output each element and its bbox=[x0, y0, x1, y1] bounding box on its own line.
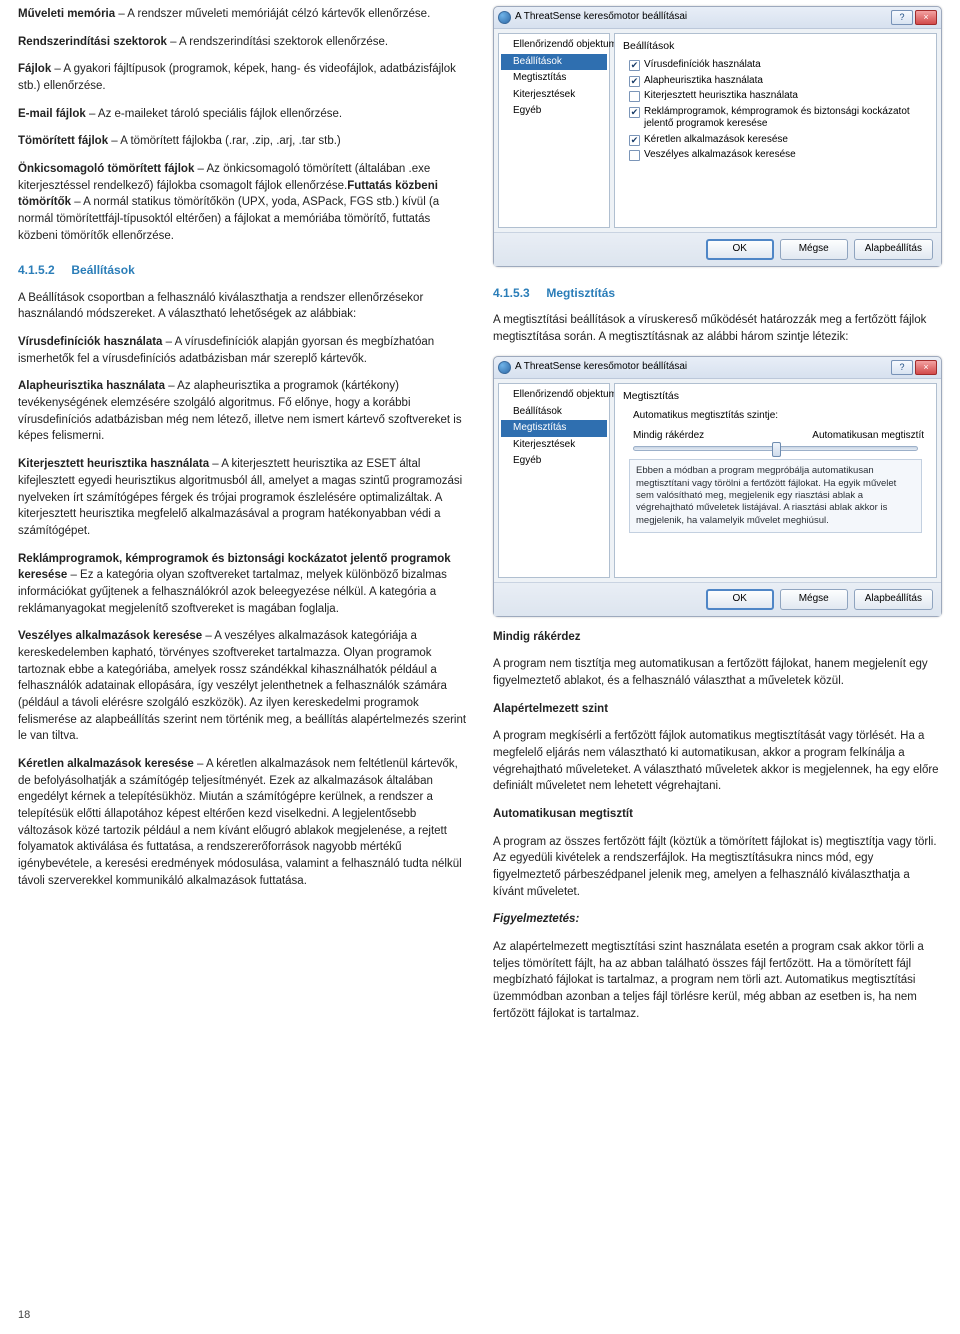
app-icon bbox=[498, 361, 511, 374]
section-4153-heading: 4.1.5.3 Megtisztítás bbox=[493, 285, 942, 302]
settings-pane: Beállítások Vírusdefiníciók használata A… bbox=[614, 33, 937, 228]
help-button[interactable]: ? bbox=[891, 10, 913, 25]
tree-item-extensions[interactable]: Kiterjesztések bbox=[501, 87, 607, 104]
tree-item-extensions[interactable]: Kiterjesztések bbox=[501, 437, 607, 454]
para-archives: Tömörített fájlok – A tömörített fájlokb… bbox=[18, 133, 467, 150]
right-column: A ThreatSense keresőmotor beállításai ? … bbox=[493, 6, 942, 1034]
para-always-ask: A program nem tisztítja meg automatikusa… bbox=[493, 656, 942, 689]
slider-labels: Mindig rákérdez Automatikusan megtisztít bbox=[633, 429, 924, 444]
heading-auto-clean: Automatikusan megtisztít bbox=[493, 806, 942, 823]
para-email-files: E-mail fájlok – Az e-maileket tároló spe… bbox=[18, 106, 467, 123]
dialog-title: A ThreatSense keresőmotor beállításai bbox=[515, 10, 887, 25]
category-tree: Ellenőrizendő objektumok Beállítások Meg… bbox=[498, 383, 610, 578]
titlebar[interactable]: A ThreatSense keresőmotor beállításai ? … bbox=[494, 7, 941, 29]
para-extended-heuristics: Kiterjesztett heurisztika használata – A… bbox=[18, 456, 467, 539]
opt-unwanted[interactable]: Kéretlen alkalmazások keresése bbox=[629, 134, 928, 147]
checkbox-icon[interactable] bbox=[629, 91, 640, 102]
opt-adware[interactable]: Reklámprogramok, kémprogramok és biztons… bbox=[629, 106, 928, 131]
cancel-button[interactable]: Mégse bbox=[780, 239, 848, 260]
cleaning-description: Ebben a módban a program megpróbálja aut… bbox=[629, 459, 922, 533]
button-bar: OK Mégse Alapbeállítás bbox=[494, 582, 941, 616]
para-basic-heuristics: Alapheurisztika használata – Az alapheur… bbox=[18, 378, 467, 445]
tree-item-cleaning[interactable]: Megtisztítás bbox=[501, 420, 607, 437]
cleaning-level-slider[interactable] bbox=[633, 446, 918, 451]
heading-warning: Figyelmeztetés: bbox=[493, 911, 942, 928]
threatsense-settings-dialog: A ThreatSense keresőmotor beállításai ? … bbox=[493, 6, 942, 267]
para-sfx-runtime: Önkicsomagoló tömörített fájlok – Az önk… bbox=[18, 161, 467, 244]
cancel-button[interactable]: Mégse bbox=[780, 589, 848, 610]
dialog-title: A ThreatSense keresőmotor beállításai bbox=[515, 360, 887, 375]
checkbox-icon[interactable] bbox=[629, 60, 640, 71]
opt-virusdefs[interactable]: Vírusdefiníciók használata bbox=[629, 59, 928, 72]
tree-item-objects[interactable]: Ellenőrizendő objektumok bbox=[501, 387, 607, 404]
cleaning-pane: Megtisztítás Automatikus megtisztítás sz… bbox=[614, 383, 937, 578]
para-adware-spyware: Reklámprogramok, kémprogramok és biztons… bbox=[18, 551, 467, 618]
group-label: Beállítások bbox=[623, 39, 928, 54]
close-button[interactable]: × bbox=[915, 10, 937, 25]
checkbox-icon[interactable] bbox=[629, 150, 640, 161]
group-label: Megtisztítás bbox=[623, 389, 928, 404]
tree-item-cleaning[interactable]: Megtisztítás bbox=[501, 70, 607, 87]
para-warning: Az alapértelmezett megtisztítási szint h… bbox=[493, 939, 942, 1022]
tree-item-objects[interactable]: Ellenőrizendő objektumok bbox=[501, 37, 607, 54]
para-cleaning-intro: A megtisztítási beállítások a víruskeres… bbox=[493, 312, 942, 345]
app-icon bbox=[498, 11, 511, 24]
section-4152-heading: 4.1.5.2 Beállítások bbox=[18, 262, 467, 279]
level-label: Automatikus megtisztítás szintje: bbox=[633, 409, 924, 424]
para-boot-sectors: Rendszerindítási szektorok – A rendszeri… bbox=[18, 34, 467, 51]
slider-thumb-icon[interactable] bbox=[772, 442, 781, 457]
para-unwanted-apps: Kéretlen alkalmazások keresése – A kéret… bbox=[18, 756, 467, 889]
checkbox-icon[interactable] bbox=[629, 76, 640, 87]
ok-button[interactable]: OK bbox=[706, 589, 774, 610]
ok-button[interactable]: OK bbox=[706, 239, 774, 260]
heading-default-level: Alapértelmezett szint bbox=[493, 701, 942, 718]
para-operative-memory: Műveleti memória – A rendszer műveleti m… bbox=[18, 6, 467, 23]
para-files: Fájlok – A gyakori fájltípusok (programo… bbox=[18, 61, 467, 94]
para-settings-intro: A Beállítások csoportban a felhasználó k… bbox=[18, 290, 467, 323]
para-default-level: A program megkísérli a fertőzött fájlok … bbox=[493, 728, 942, 795]
page-number: 18 bbox=[18, 1308, 30, 1324]
left-column: Műveleti memória – A rendszer műveleti m… bbox=[18, 6, 467, 1034]
slider-label-left: Mindig rákérdez bbox=[633, 429, 704, 444]
threatsense-cleaning-dialog: A ThreatSense keresőmotor beállításai ? … bbox=[493, 356, 942, 617]
checkbox-icon[interactable] bbox=[629, 107, 640, 118]
opt-dangerous[interactable]: Veszélyes alkalmazások keresése bbox=[629, 149, 928, 162]
checkbox-icon[interactable] bbox=[629, 135, 640, 146]
category-tree: Ellenőrizendő objektumok Beállítások Meg… bbox=[498, 33, 610, 228]
slider-label-right: Automatikusan megtisztít bbox=[812, 429, 924, 444]
titlebar[interactable]: A ThreatSense keresőmotor beállításai ? … bbox=[494, 357, 941, 379]
para-dangerous-apps: Veszélyes alkalmazások keresése – A vesz… bbox=[18, 628, 467, 745]
tree-item-other[interactable]: Egyéb bbox=[501, 453, 607, 470]
close-button[interactable]: × bbox=[915, 360, 937, 375]
tree-item-settings[interactable]: Beállítások bbox=[501, 54, 607, 71]
para-virusdefs: Vírusdefiníciók használata – A vírusdefi… bbox=[18, 334, 467, 367]
opt-basic-heuristics[interactable]: Alapheurisztika használata bbox=[629, 75, 928, 88]
default-button[interactable]: Alapbeállítás bbox=[854, 239, 933, 260]
opt-extended-heuristics[interactable]: Kiterjesztett heurisztika használata bbox=[629, 90, 928, 103]
help-button[interactable]: ? bbox=[891, 360, 913, 375]
default-button[interactable]: Alapbeállítás bbox=[854, 589, 933, 610]
tree-item-other[interactable]: Egyéb bbox=[501, 103, 607, 120]
para-auto-clean: A program az összes fertőzött fájlt (köz… bbox=[493, 834, 942, 901]
button-bar: OK Mégse Alapbeállítás bbox=[494, 232, 941, 266]
tree-item-settings[interactable]: Beállítások bbox=[501, 404, 607, 421]
heading-always-ask: Mindig rákérdez bbox=[493, 629, 942, 646]
